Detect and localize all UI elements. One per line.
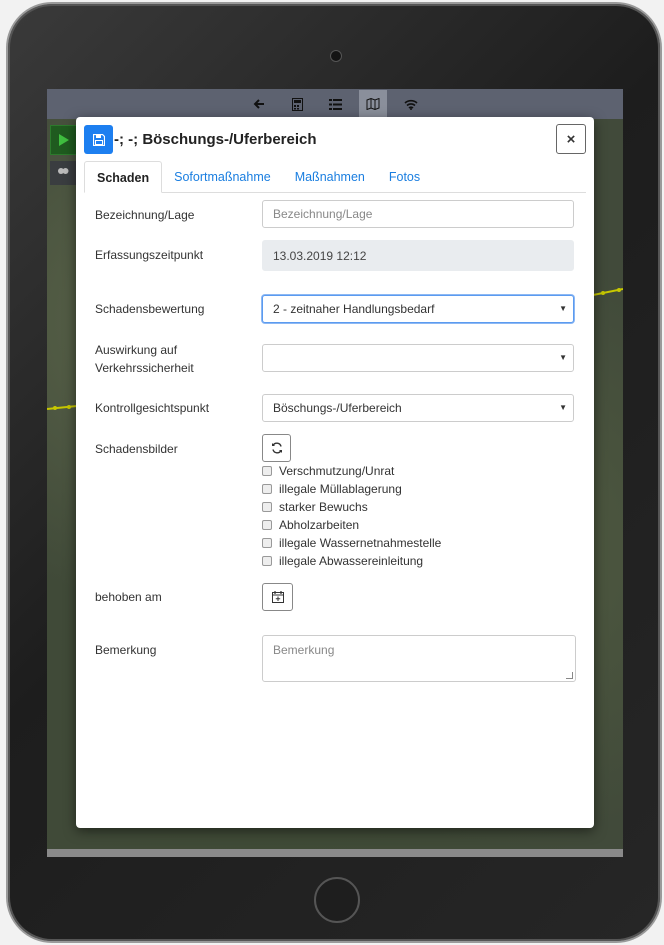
checkbox-label: Verschmutzung/Unrat bbox=[279, 464, 395, 478]
bemerkung-placeholder: Bemerkung bbox=[273, 643, 335, 657]
checkbox-label: illegale Abwassereinleitung bbox=[279, 554, 424, 568]
schadensbilder-label: Schadensbilder bbox=[95, 442, 178, 456]
refresh-button[interactable] bbox=[262, 434, 291, 462]
calendar-plus-icon bbox=[271, 591, 284, 603]
bemerkung-label: Bemerkung bbox=[95, 643, 157, 657]
wifi-icon[interactable] bbox=[397, 90, 425, 118]
dialog-header: -; -; Böschungs-/Uferbereich × bbox=[76, 117, 594, 161]
auswirkung-label-line2: Verkehrssicherheit bbox=[95, 361, 194, 375]
play-button[interactable] bbox=[50, 125, 78, 155]
checkbox-row[interactable]: Abholzarbeiten bbox=[262, 516, 441, 534]
checkbox[interactable] bbox=[262, 466, 272, 476]
checkbox[interactable] bbox=[262, 484, 272, 494]
bewertung-select[interactable]: 2 - zeitnaher Handlungsbedarf ▼ bbox=[262, 295, 574, 323]
top-toolbar bbox=[47, 89, 623, 119]
back-arrow-icon[interactable] bbox=[245, 90, 273, 118]
resize-handle[interactable] bbox=[566, 672, 573, 679]
checkbox[interactable] bbox=[262, 538, 272, 548]
home-button[interactable] bbox=[314, 877, 360, 923]
behoben-label: behoben am bbox=[95, 590, 162, 604]
dialog-title: -; -; Böschungs-/Uferbereich bbox=[114, 131, 317, 148]
checkbox[interactable] bbox=[262, 502, 272, 512]
checkbox-label: illegale Müllablagerung bbox=[279, 482, 402, 496]
close-button[interactable]: × bbox=[556, 124, 586, 154]
auswirkung-label-line1: Auswirkung auf bbox=[95, 343, 178, 357]
chevron-down-icon: ▼ bbox=[559, 304, 567, 313]
auswirkung-select[interactable]: ▼ bbox=[262, 344, 574, 372]
save-icon bbox=[92, 133, 105, 146]
checkbox-label: illegale Wassernetnahmestelle bbox=[279, 536, 442, 550]
checkbox-row[interactable]: illegale Wassernetnahmestelle bbox=[262, 534, 441, 552]
auswirkung-label: Auswirkung auf Verkehrssicherheit bbox=[95, 341, 194, 377]
erfassung-label: Erfassungszeitpunkt bbox=[95, 248, 204, 262]
damage-dialog: -; -; Böschungs-/Uferbereich × Schaden S… bbox=[76, 117, 594, 828]
checkbox-label: Abholzarbeiten bbox=[279, 518, 360, 532]
bewertung-value: 2 - zeitnaher Handlungsbedarf bbox=[273, 302, 435, 316]
bezeichnung-input[interactable]: Bezeichnung/Lage bbox=[262, 200, 574, 228]
list-icon[interactable] bbox=[321, 90, 349, 118]
checkbox[interactable] bbox=[262, 556, 272, 566]
kontroll-label: Kontrollgesichtspunkt bbox=[95, 401, 210, 415]
bezeichnung-label: Bezeichnung/Lage bbox=[95, 208, 195, 222]
map-marker-icon[interactable] bbox=[50, 161, 76, 185]
map-road-segment bbox=[593, 288, 623, 296]
save-button[interactable] bbox=[84, 125, 113, 154]
kontroll-select[interactable]: Böschungs-/Uferbereich ▼ bbox=[262, 394, 574, 422]
calculator-icon[interactable] bbox=[283, 90, 311, 118]
screen-bottom-bar bbox=[47, 849, 623, 857]
checkbox-row[interactable]: illegale Müllablagerung bbox=[262, 480, 441, 498]
erfassung-field: 13.03.2019 12:12 bbox=[262, 240, 574, 271]
schadensbilder-list: Verschmutzung/Unrat illegale Müllablager… bbox=[262, 462, 441, 570]
checkbox-row[interactable]: starker Bewuchs bbox=[262, 498, 441, 516]
checkbox[interactable] bbox=[262, 520, 272, 530]
map-road-segment bbox=[47, 405, 77, 410]
tab-sofortmassnahme[interactable]: Sofortmaßnahme bbox=[162, 161, 283, 191]
camera-icon bbox=[330, 50, 342, 62]
checkbox-row[interactable]: Verschmutzung/Unrat bbox=[262, 462, 441, 480]
map-icon[interactable] bbox=[359, 90, 387, 118]
checkbox-label: starker Bewuchs bbox=[279, 500, 368, 514]
tab-bar: Schaden Sofortmaßnahme Maßnahmen Fotos bbox=[84, 161, 586, 193]
bewertung-label: Schadensbewertung bbox=[95, 302, 205, 316]
tab-massnahmen[interactable]: Maßnahmen bbox=[283, 161, 377, 191]
tab-fotos[interactable]: Fotos bbox=[377, 161, 432, 191]
chevron-down-icon: ▼ bbox=[559, 403, 567, 412]
kontroll-value: Böschungs-/Uferbereich bbox=[273, 401, 402, 415]
tab-schaden[interactable]: Schaden bbox=[84, 161, 163, 193]
calendar-button[interactable] bbox=[262, 583, 293, 611]
chevron-down-icon: ▼ bbox=[559, 353, 567, 362]
refresh-icon bbox=[271, 442, 282, 454]
checkbox-row[interactable]: illegale Abwassereinleitung bbox=[262, 552, 441, 570]
bemerkung-textarea[interactable]: Bemerkung bbox=[262, 635, 576, 682]
